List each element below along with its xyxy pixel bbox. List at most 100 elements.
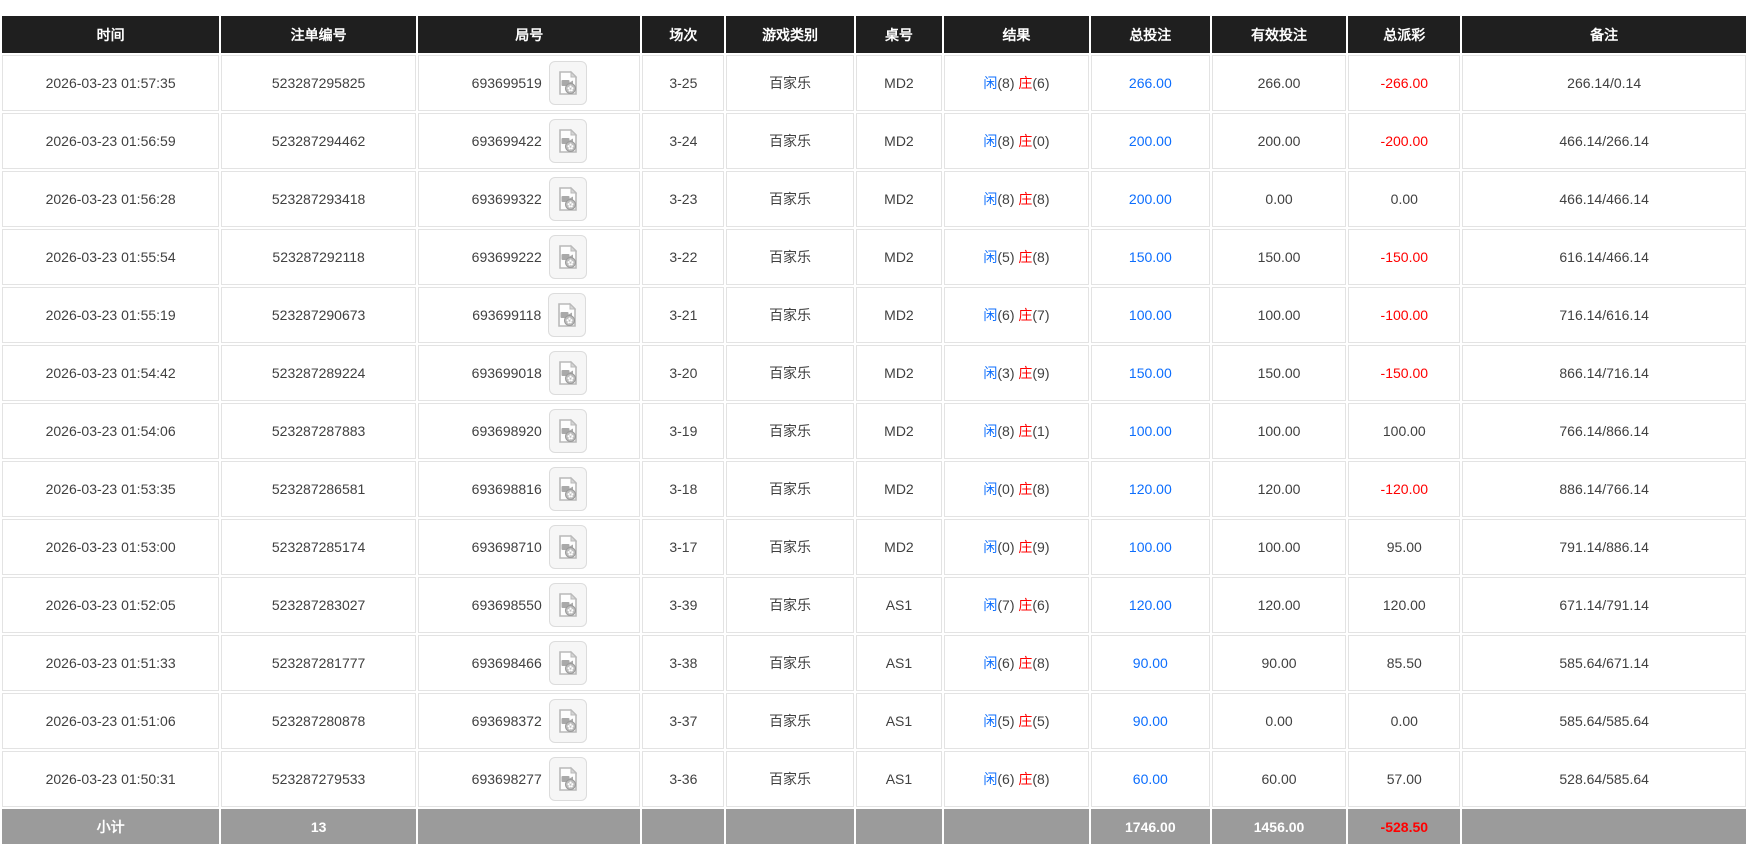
subtotal-row: 小计 13 1746.00 1456.00 -528.50 <box>2 809 1746 844</box>
video-replay-icon <box>556 418 580 444</box>
time-cell: 2026-03-23 01:51:33 <box>2 635 220 691</box>
round-cell: 693698816 <box>418 461 641 517</box>
bet-id-cell: 523287289224 <box>221 345 417 401</box>
remark-cell-value: 866.14/716.14 <box>1559 365 1649 381</box>
valid-bet-cell: 150.00 <box>1211 345 1347 401</box>
video-replay-button[interactable] <box>548 119 587 163</box>
total-bet-cell: 150.00 <box>1090 229 1210 285</box>
total-bet-cell-value[interactable]: 200.00 <box>1129 133 1172 149</box>
session-cell: 3-20 <box>642 345 725 401</box>
table-no-cell: MD2 <box>855 461 943 517</box>
payout-cell-value: -266.00 <box>1380 75 1429 91</box>
payout-cell: -200.00 <box>1348 113 1461 169</box>
payout-cell: -100.00 <box>1348 287 1461 343</box>
header-row: 时间 注单编号 局号 场次 游戏类别 桌号 结果 总投注 有效投注 总派彩 备注 <box>2 16 1746 53</box>
round-number: 693699018 <box>471 365 542 381</box>
table-no-cell-value: MD2 <box>884 307 914 323</box>
payout-cell: -120.00 <box>1348 461 1461 517</box>
total-bet-cell-value[interactable]: 200.00 <box>1129 191 1172 207</box>
total-bet-cell-value[interactable]: 120.00 <box>1129 481 1172 497</box>
column-header-payout: 总派彩 <box>1348 16 1461 53</box>
round-wrap: 693699222 <box>472 235 587 279</box>
bet-id-cell: 523287281777 <box>221 635 417 691</box>
remark-cell-value: 791.14/886.14 <box>1559 539 1649 555</box>
remark-cell-value: 585.64/671.14 <box>1559 655 1649 671</box>
time-cell: 2026-03-23 01:56:28 <box>2 171 220 227</box>
round-wrap: 693698372 <box>472 699 587 743</box>
total-bet-cell: 120.00 <box>1090 461 1210 517</box>
banker-result-label: 庄 <box>1018 597 1033 613</box>
time-cell: 2026-03-23 01:52:05 <box>2 577 220 633</box>
session-cell-value: 3-23 <box>669 191 698 207</box>
video-replay-button[interactable] <box>548 641 587 685</box>
time-cell-value: 2026-03-23 01:54:06 <box>45 423 176 439</box>
column-header-bet_id: 注单编号 <box>221 16 417 53</box>
total-bet-cell-value[interactable]: 100.00 <box>1129 307 1172 323</box>
video-replay-button[interactable] <box>548 177 587 221</box>
video-replay-button[interactable] <box>548 525 587 569</box>
banker-result-label: 庄 <box>1018 191 1033 207</box>
banker-result-label: 庄 <box>1018 655 1033 671</box>
video-replay-button[interactable] <box>548 61 587 105</box>
player-result-label: 闲 <box>983 249 998 265</box>
total-bet-cell-value[interactable]: 60.00 <box>1133 771 1168 787</box>
remark-cell: 585.64/671.14 <box>1462 635 1746 691</box>
round-cell: 693698550 <box>418 577 641 633</box>
total-bet-cell-value[interactable]: 100.00 <box>1129 423 1172 439</box>
banker-result-score: (0) <box>1032 133 1050 149</box>
total-bet-cell: 266.00 <box>1090 55 1210 111</box>
bet-id-cell: 523287286581 <box>221 461 417 517</box>
game-type-cell-value: 百家乐 <box>769 481 812 497</box>
round-number: 693698372 <box>471 713 542 729</box>
game-type-cell-value: 百家乐 <box>769 75 812 91</box>
session-cell: 3-37 <box>642 693 725 749</box>
player-result-label: 闲 <box>983 365 998 381</box>
valid-bet-cell: 60.00 <box>1211 751 1347 807</box>
total-bet-cell-value[interactable]: 266.00 <box>1129 75 1172 91</box>
game-type-cell: 百家乐 <box>726 519 854 575</box>
table-row: 2026-03-23 01:57:35 523287295825 693699519… <box>2 55 1746 111</box>
game-type-cell: 百家乐 <box>726 403 854 459</box>
total-bet-cell-value[interactable]: 90.00 <box>1133 655 1168 671</box>
valid-bet-cell-value: 90.00 <box>1261 655 1297 671</box>
total-bet-cell: 60.00 <box>1090 751 1210 807</box>
video-replay-button[interactable] <box>548 757 587 801</box>
video-replay-icon <box>556 592 580 618</box>
time-cell: 2026-03-23 01:50:31 <box>2 751 220 807</box>
game-type-cell-value: 百家乐 <box>769 423 812 439</box>
table-no-cell: MD2 <box>855 287 943 343</box>
video-replay-button[interactable] <box>548 467 587 511</box>
payout-cell-value: 85.50 <box>1386 655 1422 671</box>
video-replay-button[interactable] <box>548 583 587 627</box>
time-cell: 2026-03-23 01:54:06 <box>2 403 220 459</box>
table-no-cell: MD2 <box>855 403 943 459</box>
video-replay-button[interactable] <box>548 235 587 279</box>
total-bet-cell-value[interactable]: 100.00 <box>1129 539 1172 555</box>
total-bet-cell-value[interactable]: 90.00 <box>1133 713 1168 729</box>
payout-cell: -266.00 <box>1348 55 1461 111</box>
total-bet-cell-value[interactable]: 150.00 <box>1129 249 1172 265</box>
column-header-table_no: 桌号 <box>855 16 943 53</box>
round-cell: 693699222 <box>418 229 641 285</box>
video-replay-icon <box>556 766 580 792</box>
session-cell: 3-21 <box>642 287 725 343</box>
banker-result-label: 庄 <box>1018 539 1033 555</box>
total-bet-cell: 100.00 <box>1090 403 1210 459</box>
banker-result-label: 庄 <box>1018 133 1033 149</box>
video-replay-button[interactable] <box>548 699 587 743</box>
bet-id-cell-value: 523287286581 <box>271 481 366 497</box>
total-bet-cell-value[interactable]: 120.00 <box>1129 597 1172 613</box>
remark-cell-value: 466.14/266.14 <box>1559 133 1649 149</box>
video-replay-button[interactable] <box>548 293 587 337</box>
banker-result-score: (8) <box>1032 655 1050 671</box>
footer-empty-cell <box>418 809 641 844</box>
banker-result-score: (9) <box>1032 365 1050 381</box>
bet-id-cell-value: 523287279533 <box>271 771 366 787</box>
table-no-cell-value: MD2 <box>884 249 914 265</box>
video-replay-button[interactable] <box>548 409 587 453</box>
total-bet-cell-value[interactable]: 150.00 <box>1129 365 1172 381</box>
video-replay-button[interactable] <box>548 351 587 395</box>
column-header-total_bet: 总投注 <box>1090 16 1210 53</box>
payout-cell-value: -150.00 <box>1380 249 1429 265</box>
total-bet-cell: 90.00 <box>1090 693 1210 749</box>
